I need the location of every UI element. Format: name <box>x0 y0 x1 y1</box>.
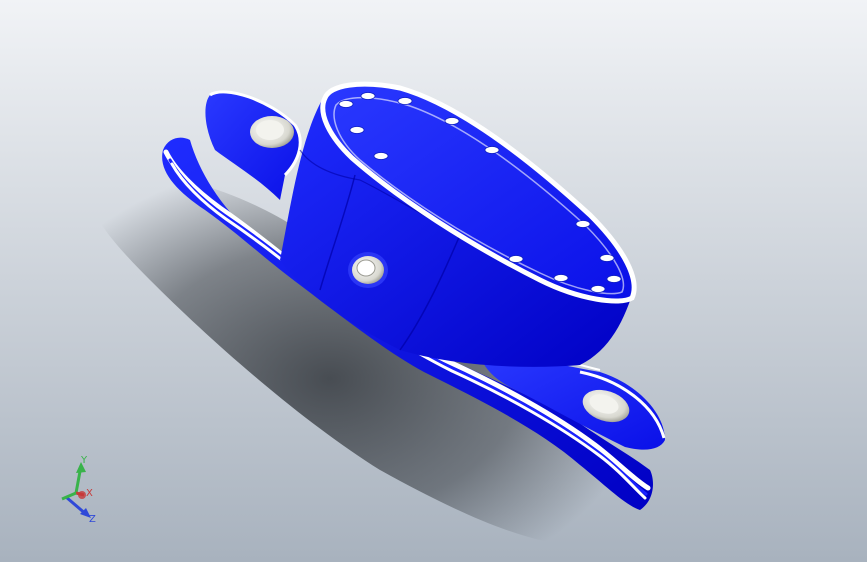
model-scene[interactable]: Y X Z <box>0 0 867 562</box>
grease-fitting[interactable] <box>348 252 388 288</box>
z-axis-label: Z <box>89 514 96 525</box>
3d-viewport[interactable]: Y X Z <box>0 0 867 562</box>
x-axis-label: X <box>86 488 93 499</box>
x-axis-dot-icon <box>78 491 86 499</box>
y-axis-label: Y <box>80 455 88 466</box>
